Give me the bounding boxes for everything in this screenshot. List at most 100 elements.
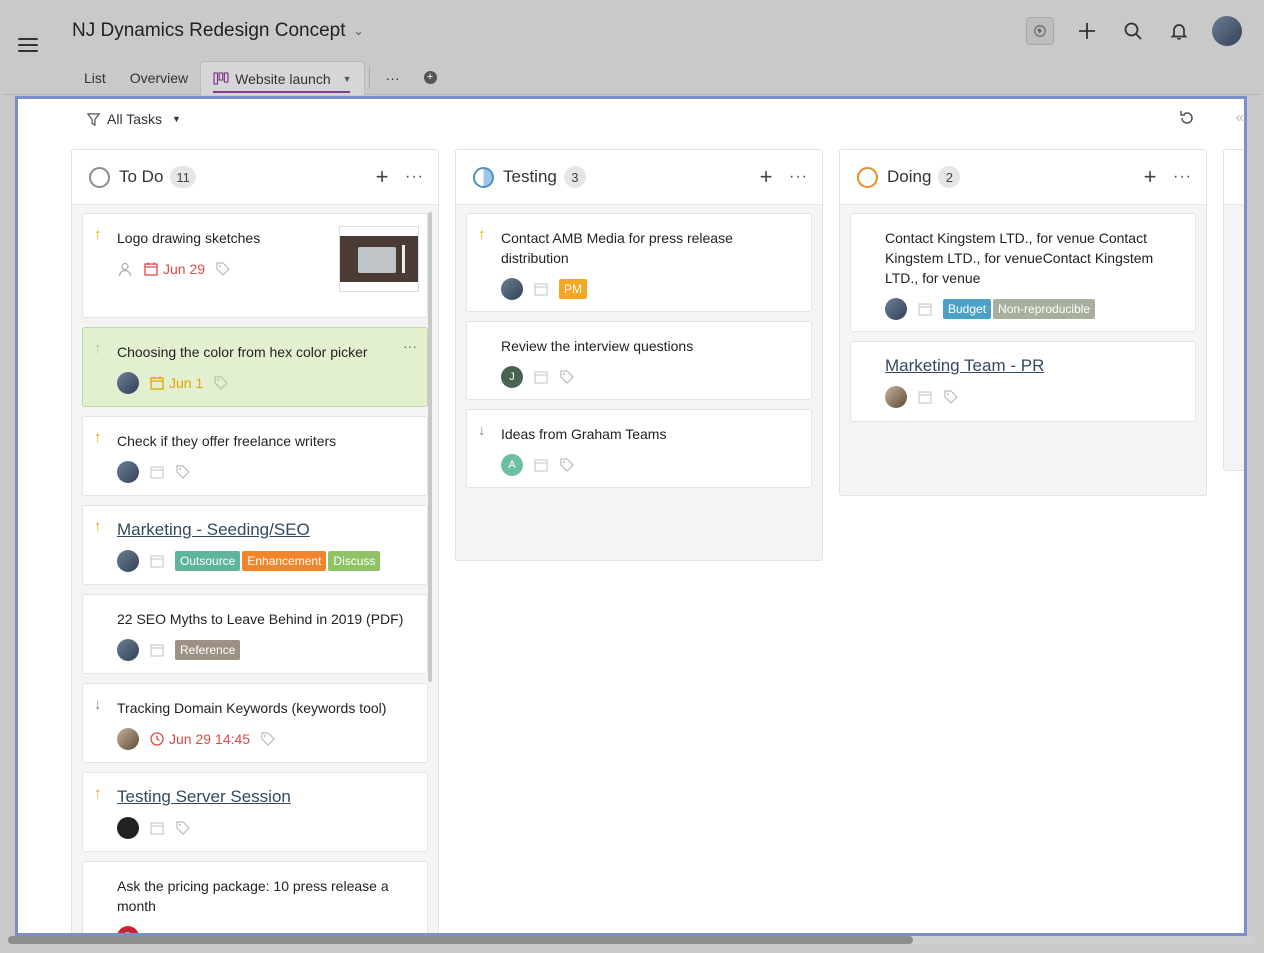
column-more-button[interactable]: ··· [1173, 168, 1192, 186]
add-icon[interactable] [1074, 18, 1100, 44]
task-card[interactable]: ↑ Marketing - Seeding/SEO Outsource Enha… [82, 505, 428, 585]
column-title: To Do [119, 167, 164, 186]
card-more-button[interactable]: ··· [403, 338, 417, 354]
due-date[interactable]: Jun 29 [143, 261, 205, 277]
assignee-avatar[interactable]: A [501, 454, 523, 476]
tag-icon[interactable] [215, 261, 231, 277]
tag-badge[interactable]: Non-reproducible [993, 299, 1096, 319]
tag-icon[interactable] [260, 731, 276, 747]
tab-list[interactable]: List [72, 60, 118, 95]
refresh-icon[interactable] [1178, 109, 1196, 127]
priority-up-icon: ↑ [94, 340, 102, 357]
project-title[interactable]: NJ Dynamics Redesign Concept ⌄ [72, 20, 364, 42]
plus-circle-icon: + [423, 71, 437, 84]
column-header: Testing 3 + ··· [456, 150, 822, 205]
column-count-badge: 11 [170, 166, 196, 188]
priority-up-icon: ↑ [94, 226, 102, 243]
calendar-icon[interactable] [533, 369, 549, 385]
add-view-button[interactable]: + [412, 60, 449, 95]
task-title-link[interactable]: Marketing Team - PR [885, 356, 1181, 376]
calendar-icon[interactable] [149, 820, 165, 836]
calendar-icon[interactable] [533, 457, 549, 473]
tag-icon[interactable] [175, 820, 191, 836]
horizontal-scrollbar-thumb[interactable] [8, 936, 913, 944]
assignee-avatar[interactable] [117, 817, 139, 839]
column-scrollbar[interactable] [428, 212, 432, 682]
task-card[interactable]: ↓ Ideas from Graham Teams A [466, 409, 812, 488]
tab-website-launch[interactable]: Website launch ▼ [200, 61, 365, 95]
calendar-icon[interactable] [917, 389, 933, 405]
task-card[interactable]: Review the interview questions J [466, 321, 812, 400]
due-date[interactable]: Jun 1 [149, 375, 203, 391]
due-date[interactable]: Jun 29 14:45 [149, 731, 250, 747]
add-task-button[interactable]: + [371, 164, 393, 190]
assignee-avatar[interactable] [885, 386, 907, 408]
menu-icon[interactable] [18, 38, 38, 54]
task-card[interactable]: 22 SEO Myths to Leave Behind in 2019 (PD… [82, 594, 428, 674]
task-card[interactable]: ↑ Testing Server Session [82, 772, 428, 852]
bell-icon[interactable] [1166, 18, 1192, 44]
more-tabs-button[interactable]: ··· [374, 60, 412, 95]
assignee-avatar[interactable]: J [501, 366, 523, 388]
globe-icon[interactable] [1026, 17, 1054, 45]
calendar-icon[interactable] [149, 642, 165, 658]
add-task-button[interactable]: + [755, 164, 777, 190]
tag-icon[interactable] [559, 457, 575, 473]
assignee-avatar[interactable] [117, 372, 139, 394]
assignee-avatar[interactable] [117, 461, 139, 483]
caret-down-icon[interactable]: ▼ [343, 74, 352, 84]
assignee-avatar[interactable] [117, 728, 139, 750]
filter-label: All Tasks [107, 111, 162, 127]
attachment-thumbnail[interactable] [339, 226, 419, 292]
tag-badge[interactable]: Outsource [175, 551, 241, 571]
tag-badge[interactable]: Budget [943, 299, 992, 319]
filter-icon [86, 112, 101, 126]
task-card[interactable]: ↑ Contact AMB Media for press release di… [466, 213, 812, 312]
assignee-avatar[interactable]: P [117, 926, 139, 933]
calendar-icon[interactable] [533, 281, 549, 297]
column-more-button[interactable]: ··· [789, 168, 808, 186]
tag-icon[interactable] [559, 369, 575, 385]
task-title-link[interactable]: Marketing - Seeding/SEO [117, 520, 413, 540]
assignee-avatar[interactable] [117, 550, 139, 572]
assignee-avatar[interactable] [117, 639, 139, 661]
priority-up-icon: ↑ [94, 518, 102, 535]
tag-badge[interactable]: Enhancement [242, 551, 327, 571]
search-icon[interactable] [1120, 18, 1146, 44]
user-avatar[interactable] [1212, 16, 1242, 46]
assignee-icon[interactable] [117, 261, 133, 277]
priority-up-icon: ↑ [478, 226, 486, 243]
tag-badge[interactable]: Discuss [328, 551, 381, 571]
calendar-icon[interactable] [149, 553, 165, 569]
column-count-badge: 2 [938, 166, 961, 188]
task-title-link[interactable]: Testing Server Session [117, 787, 413, 807]
tab-website-launch-label: Website launch [235, 70, 331, 87]
collapse-icon[interactable]: « [1236, 109, 1244, 126]
column-more-button[interactable]: ··· [405, 168, 424, 186]
tag-icon[interactable] [175, 464, 191, 480]
calendar-icon[interactable] [917, 301, 933, 317]
task-card[interactable]: ↑ ··· Choosing the color from hex color … [82, 327, 428, 407]
tag-icon[interactable] [213, 375, 229, 391]
filter-dropdown[interactable]: All Tasks ▼ [86, 111, 181, 127]
assignee-avatar[interactable] [885, 298, 907, 320]
task-card[interactable]: Contact Kingstem LTD., for venue Contact… [850, 213, 1196, 332]
priority-down-icon: ↓ [478, 422, 486, 439]
tab-overview[interactable]: Overview [118, 60, 200, 95]
task-title: Check if they offer freelance writers [117, 433, 337, 449]
add-task-button[interactable]: + [1139, 164, 1161, 190]
task-card[interactable]: Ask the pricing package: 10 press releas… [82, 861, 428, 933]
task-title: Ideas from Graham Teams [501, 426, 667, 442]
calendar-icon[interactable] [149, 464, 165, 480]
column-to-do: To Do 11 + ··· ↑ Logo drawing sketches J… [71, 149, 439, 933]
task-card[interactable]: ↓ Tracking Domain Keywords (keywords too… [82, 683, 428, 763]
assignee-avatar[interactable] [501, 278, 523, 300]
tag-badge[interactable]: Reference [175, 640, 241, 660]
due-date-text: Jun 29 [163, 261, 206, 277]
tag-icon[interactable] [943, 389, 959, 405]
task-card[interactable]: ↑ Logo drawing sketches Jun 29 [82, 213, 428, 318]
top-header: NJ Dynamics Redesign Concept ⌄ List Over… [2, 2, 1260, 95]
task-card[interactable]: Marketing Team - PR [850, 341, 1196, 422]
tag-badge[interactable]: PM [559, 279, 587, 299]
task-card[interactable]: ↑ Check if they offer freelance writers [82, 416, 428, 496]
